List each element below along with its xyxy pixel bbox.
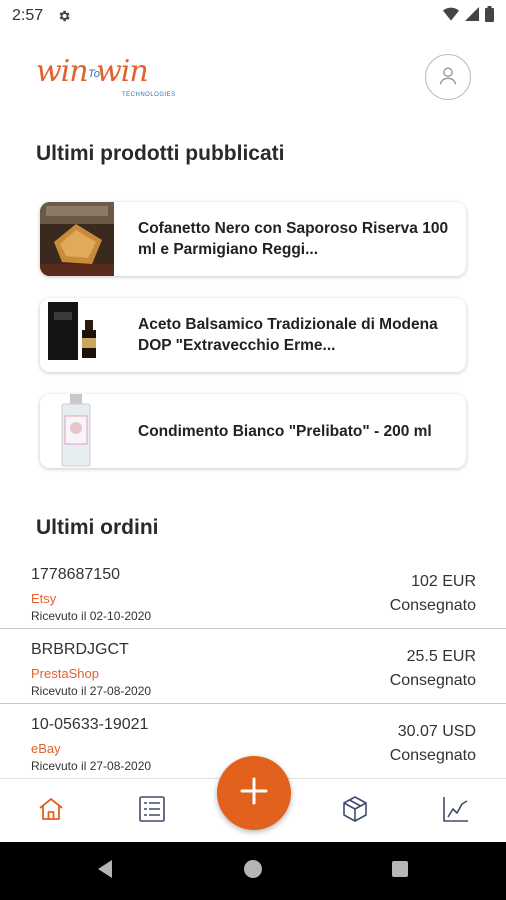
battery-icon — [485, 5, 494, 27]
logo-to-text: To — [88, 68, 100, 80]
nav-stats[interactable] — [438, 793, 474, 829]
app-header: win win To TECHNOLOGIES — [0, 40, 506, 120]
user-icon — [437, 64, 459, 91]
order-date: Ricevuto il 02-10-2020 — [31, 609, 152, 623]
logo-subtitle: TECHNOLOGIES — [122, 92, 176, 98]
gear-icon — [57, 9, 71, 23]
order-amount: 102 EUR — [411, 573, 476, 590]
order-status: Consegnato — [389, 597, 476, 614]
product-card[interactable]: Condimento Bianco "Prelibato" - 200 ml — [40, 394, 466, 468]
chart-icon — [442, 795, 470, 828]
order-id: BRBRDJGCT — [31, 641, 129, 658]
profile-button[interactable] — [425, 54, 471, 100]
order-source: PrestaShop — [31, 666, 99, 681]
order-row[interactable]: BRBRDJGCT PrestaShop Ricevuto il 27-08-2… — [0, 629, 506, 704]
order-date: Ricevuto il 27-08-2020 — [31, 759, 152, 773]
product-name: Aceto Balsamico Tradizionale di Modena D… — [138, 316, 438, 354]
status-bar: 2:57 — [0, 0, 506, 32]
order-id: 10-05633-19021 — [31, 716, 149, 733]
system-recents-button[interactable] — [388, 859, 412, 883]
add-button[interactable] — [217, 756, 291, 830]
home-circle-icon — [243, 859, 263, 884]
order-status: Consegnato — [389, 672, 476, 689]
product-name: Cofanetto Nero con Saporoso Riserva 100 … — [138, 220, 449, 258]
product-image — [40, 298, 114, 372]
order-amount: 30.07 USD — [397, 723, 476, 740]
nav-home[interactable] — [33, 793, 69, 829]
system-back-button[interactable] — [93, 859, 117, 883]
app-logo: win win To TECHNOLOGIES — [36, 54, 175, 102]
product-image — [40, 394, 114, 468]
system-navigation-bar — [0, 842, 506, 900]
orders-section-title: Ultimi ordini — [36, 516, 159, 539]
back-icon — [96, 859, 114, 884]
order-status: Consegnato — [389, 747, 476, 764]
signal-icon — [465, 6, 479, 26]
order-date: Ricevuto il 27-08-2020 — [31, 684, 152, 698]
order-source: eBay — [31, 741, 61, 756]
product-image — [40, 202, 114, 276]
wifi-icon — [443, 7, 459, 26]
status-time: 2:57 — [12, 7, 44, 24]
recents-icon — [391, 860, 409, 883]
order-amount: 25.5 EUR — [406, 648, 476, 665]
nav-list[interactable] — [134, 793, 170, 829]
plus-icon — [238, 775, 270, 812]
order-id: 1778687150 — [31, 566, 120, 583]
list-icon — [138, 795, 166, 828]
system-home-button[interactable] — [241, 859, 265, 883]
nav-products[interactable] — [337, 793, 373, 829]
product-card[interactable]: Aceto Balsamico Tradizionale di Modena D… — [40, 298, 466, 372]
order-row[interactable]: 1778687150 Etsy Ricevuto il 02-10-2020 1… — [0, 554, 506, 629]
box-icon — [341, 795, 369, 828]
product-card[interactable]: Cofanetto Nero con Saporoso Riserva 100 … — [40, 202, 466, 276]
product-name: Condimento Bianco "Prelibato" - 200 ml — [138, 422, 432, 440]
order-source: Etsy — [31, 591, 57, 606]
products-section-title: Ultimi prodotti pubblicati — [36, 142, 285, 165]
home-icon — [38, 796, 64, 827]
